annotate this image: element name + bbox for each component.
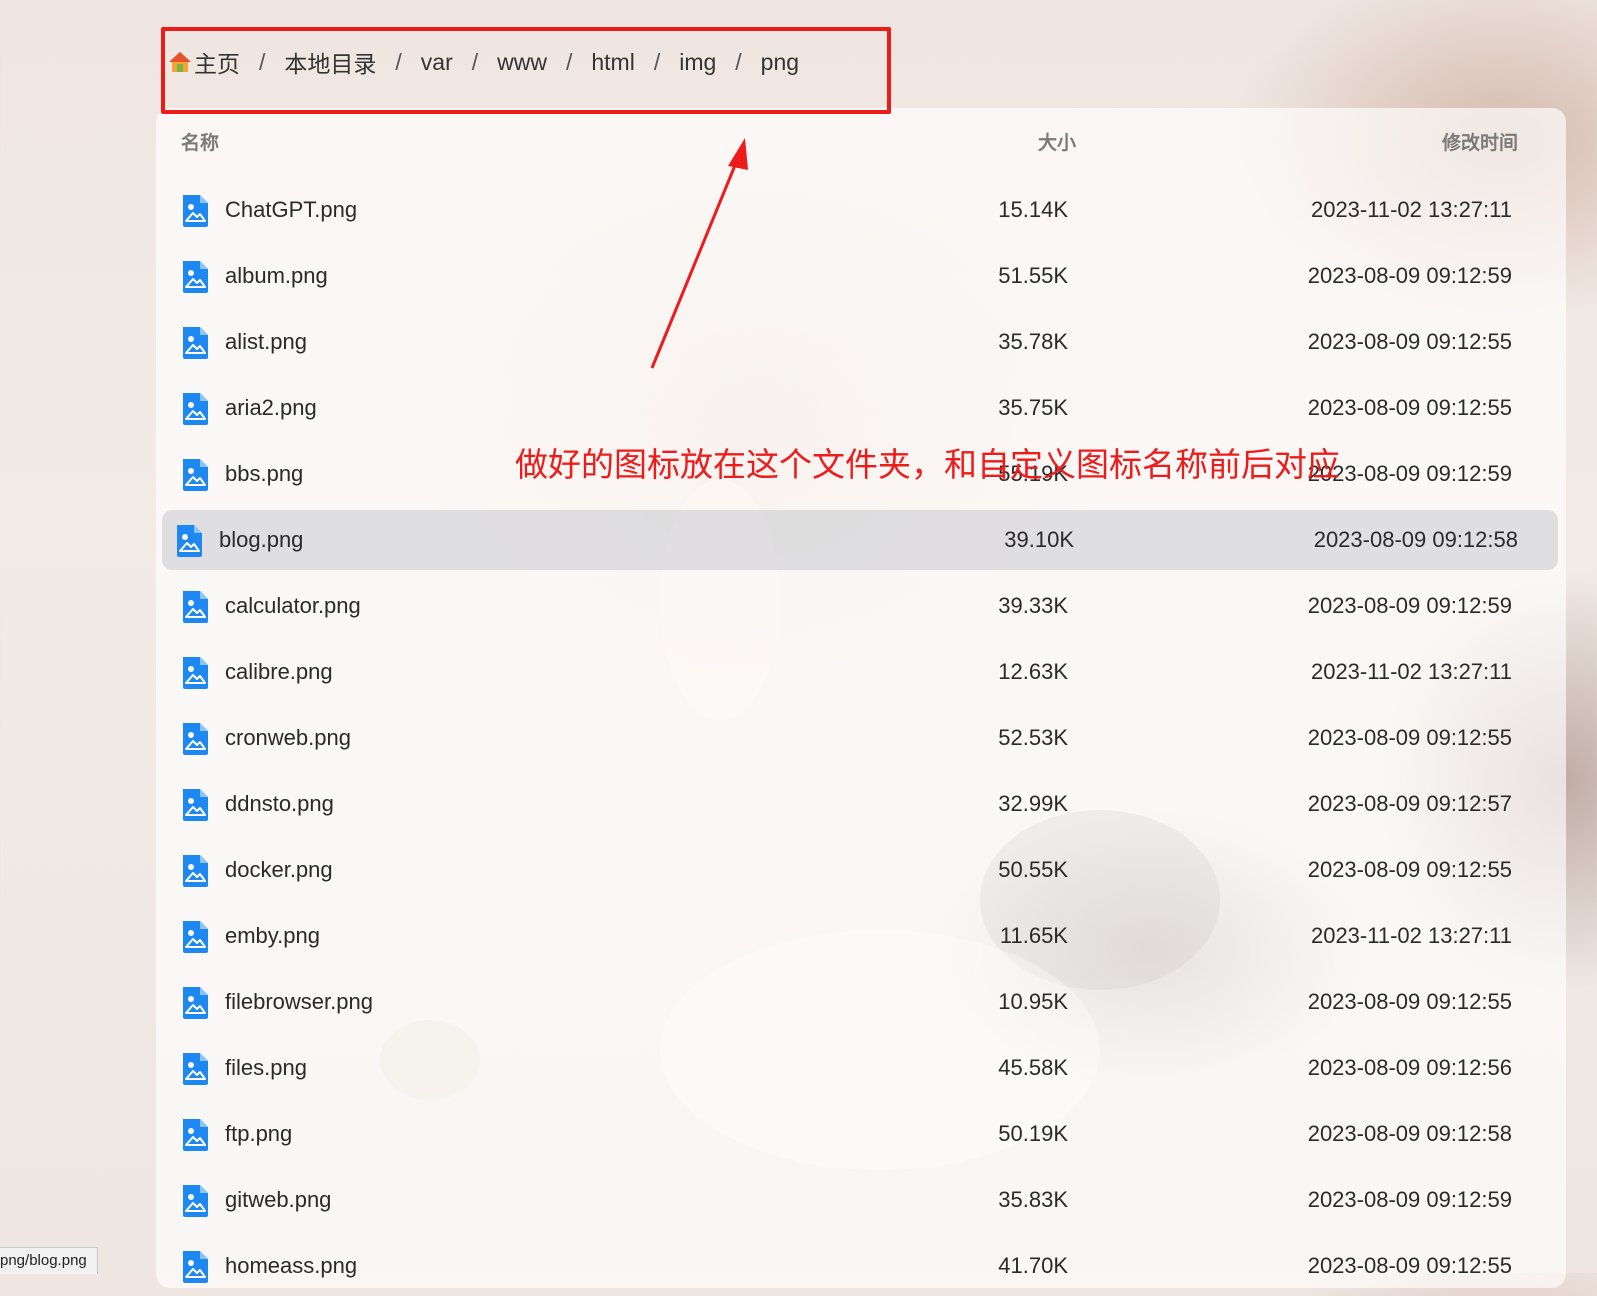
table-row[interactable]: alist.png 35.78K 2023-08-09 09:12:55 xyxy=(162,312,1558,372)
file-modified-time: 2023-08-09 09:12:55 xyxy=(1307,329,1512,354)
file-modified-time: 2023-08-09 09:12:58 xyxy=(1313,527,1518,552)
image-file-icon xyxy=(183,789,208,821)
file-modified-time: 2023-11-02 13:27:11 xyxy=(1310,923,1512,948)
image-file-icon xyxy=(183,1251,208,1283)
table-row[interactable]: files.png 45.58K 2023-08-09 09:12:56 xyxy=(162,1038,1558,1098)
file-modified-time: 2023-08-09 09:12:59 xyxy=(1307,1187,1512,1212)
image-file-icon xyxy=(183,393,208,425)
file-size: 39.10K xyxy=(1004,527,1074,552)
image-file-icon xyxy=(183,921,208,953)
file-size: 11.65K xyxy=(999,923,1068,948)
image-file-icon xyxy=(183,1119,208,1151)
file-modified-time: 2023-11-02 13:27:11 xyxy=(1310,197,1512,222)
image-file-icon xyxy=(183,261,208,293)
file-name[interactable]: files.png xyxy=(225,1055,307,1081)
table-row[interactable]: blog.png 39.10K 2023-08-09 09:12:58 xyxy=(162,510,1558,570)
file-modified-time: 2023-08-09 09:12:55 xyxy=(1307,395,1512,420)
file-name[interactable]: cronweb.png xyxy=(225,725,351,751)
file-name[interactable]: filebrowser.png xyxy=(225,989,373,1015)
table-row[interactable]: gitweb.png 35.83K 2023-08-09 09:12:59 xyxy=(162,1170,1558,1230)
image-file-icon xyxy=(183,657,208,689)
file-modified-time: 2023-08-09 09:12:56 xyxy=(1307,1055,1512,1080)
file-size: 39.33K xyxy=(998,593,1068,618)
file-name[interactable]: gitweb.png xyxy=(225,1187,331,1213)
file-name[interactable]: homeass.png xyxy=(225,1253,357,1279)
file-modified-time: 2023-08-09 09:12:55 xyxy=(1307,989,1512,1014)
table-row[interactable]: calculator.png 39.33K 2023-08-09 09:12:59 xyxy=(162,576,1558,636)
table-row[interactable]: ddnsto.png 32.99K 2023-08-09 09:12:57 xyxy=(162,774,1558,834)
file-modified-time: 2023-08-09 09:12:55 xyxy=(1307,857,1512,882)
file-modified-time: 2023-08-09 09:12:55 xyxy=(1307,1253,1512,1278)
file-modified-time: 2023-08-09 09:12:59 xyxy=(1307,263,1512,288)
file-name[interactable]: ftp.png xyxy=(225,1121,292,1147)
file-size: 52.53K xyxy=(998,725,1068,750)
file-name[interactable]: ddnsto.png xyxy=(225,791,334,817)
file-name[interactable]: alist.png xyxy=(225,329,307,355)
file-name[interactable]: bbs.png xyxy=(225,461,303,487)
file-size: 50.55K xyxy=(998,857,1068,882)
image-file-icon xyxy=(177,525,202,557)
image-file-icon xyxy=(183,1185,208,1217)
table-header: 名称 大小 修改时间 xyxy=(156,128,1566,168)
file-name[interactable]: blog.png xyxy=(219,527,303,553)
image-file-icon xyxy=(183,723,208,755)
file-size: 51.55K xyxy=(998,263,1068,288)
table-row[interactable]: calibre.png 12.63K 2023-11-02 13:27:11 xyxy=(162,642,1558,702)
table-row[interactable]: filebrowser.png 10.95K 2023-08-09 09:12:55 xyxy=(162,972,1558,1032)
file-size: 35.78K xyxy=(998,329,1068,354)
file-size: 35.83K xyxy=(998,1187,1068,1212)
file-size: 15.14K xyxy=(998,197,1068,222)
file-list-panel: 名称 大小 修改时间 ChatGPT.png 15.14K 2023-11-02 1… xyxy=(156,108,1566,1288)
annotation-highlight-box xyxy=(161,27,891,114)
file-size: 12.63K xyxy=(998,659,1068,684)
table-row[interactable]: album.png 51.55K 2023-08-09 09:12:59 xyxy=(162,246,1558,306)
file-size: 50.19K xyxy=(998,1121,1068,1146)
table-row[interactable]: homeass.png 41.70K 2023-08-09 09:12:55 xyxy=(162,1236,1558,1296)
table-row[interactable]: docker.png 50.55K 2023-08-09 09:12:55 xyxy=(162,840,1558,900)
file-size: 32.99K xyxy=(998,791,1068,816)
header-size[interactable]: 大小 xyxy=(1038,128,1076,155)
file-name[interactable]: aria2.png xyxy=(225,395,317,421)
annotation-text: 做好的图标放在这个文件夹，和自定义图标名称前后对应 xyxy=(515,445,1340,484)
image-file-icon xyxy=(183,855,208,887)
header-name[interactable]: 名称 xyxy=(181,128,219,155)
table-row[interactable]: ftp.png 50.19K 2023-08-09 09:12:58 xyxy=(162,1104,1558,1164)
file-name[interactable]: calculator.png xyxy=(225,593,361,619)
file-modified-time: 2023-08-09 09:12:58 xyxy=(1307,1121,1512,1146)
file-size: 45.58K xyxy=(998,1055,1068,1080)
file-modified-time: 2023-11-02 13:27:11 xyxy=(1310,659,1512,684)
header-modified-time[interactable]: 修改时间 xyxy=(1442,128,1518,155)
file-modified-time: 2023-08-09 09:12:55 xyxy=(1307,725,1512,750)
table-row[interactable]: cronweb.png 52.53K 2023-08-09 09:12:55 xyxy=(162,708,1558,768)
file-size: 10.95K xyxy=(998,989,1068,1014)
status-bar-url: png/blog.png xyxy=(0,1247,98,1274)
image-file-icon xyxy=(183,327,208,359)
file-name[interactable]: album.png xyxy=(225,263,328,289)
file-modified-time: 2023-08-09 09:12:57 xyxy=(1307,791,1512,816)
file-size: 41.70K xyxy=(998,1253,1068,1278)
image-file-icon xyxy=(183,987,208,1019)
file-name[interactable]: ChatGPT.png xyxy=(225,197,357,223)
file-size: 35.75K xyxy=(998,395,1068,420)
table-row[interactable]: emby.png 11.65K 2023-11-02 13:27:11 xyxy=(162,906,1558,966)
file-name[interactable]: calibre.png xyxy=(225,659,333,685)
image-file-icon xyxy=(183,459,208,491)
image-file-icon xyxy=(183,195,208,227)
image-file-icon xyxy=(183,1053,208,1085)
image-file-icon xyxy=(183,591,208,623)
file-name[interactable]: emby.png xyxy=(225,923,320,949)
file-name[interactable]: docker.png xyxy=(225,857,333,883)
table-row[interactable]: aria2.png 35.75K 2023-08-09 09:12:55 xyxy=(162,378,1558,438)
table-row[interactable]: ChatGPT.png 15.14K 2023-11-02 13:27:11 xyxy=(162,180,1558,240)
file-modified-time: 2023-08-09 09:12:59 xyxy=(1307,593,1512,618)
